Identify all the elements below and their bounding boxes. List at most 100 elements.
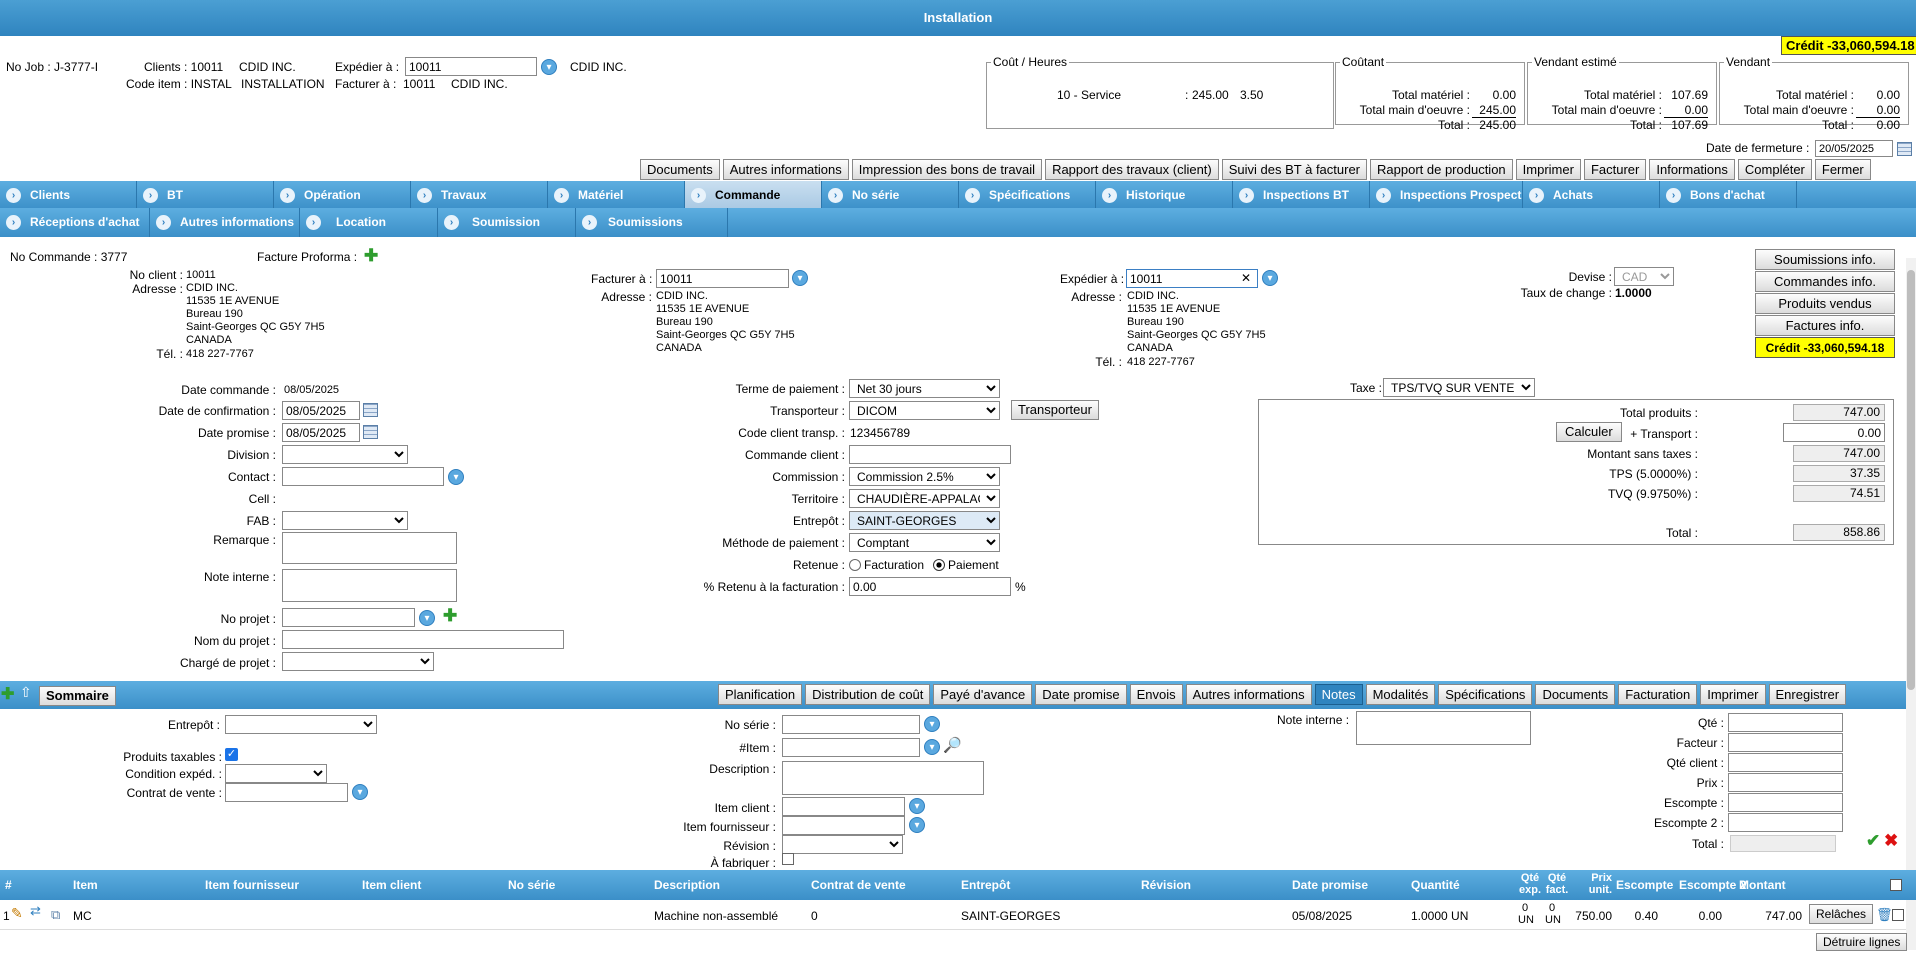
client-item-input[interactable] bbox=[782, 797, 905, 816]
tab-historique[interactable]: › Historique bbox=[1096, 181, 1233, 210]
to-manufacture-checkbox[interactable] bbox=[782, 853, 794, 865]
contact-input[interactable] bbox=[282, 467, 444, 486]
price-input[interactable] bbox=[1728, 773, 1843, 792]
bill-to-order-input[interactable] bbox=[656, 269, 789, 288]
bt-followup-button[interactable]: Suivi des BT à facturer bbox=[1221, 159, 1368, 180]
serial-dropdown-icon[interactable]: ▾ bbox=[924, 716, 940, 732]
taxable-checkbox[interactable]: ✓ bbox=[225, 748, 238, 761]
tab-materiel[interactable]: › Matériel bbox=[548, 181, 685, 210]
print-line-button[interactable]: Imprimer bbox=[1700, 684, 1766, 705]
scrollbar-thumb[interactable] bbox=[1907, 270, 1915, 690]
other-info-button[interactable]: Autres informations bbox=[722, 159, 849, 180]
fab-select[interactable] bbox=[282, 511, 408, 530]
tab-travaux[interactable]: › Travaux bbox=[411, 181, 548, 210]
add-proforma-icon[interactable]: ✚ bbox=[364, 246, 378, 266]
close-button[interactable]: Fermer bbox=[1814, 159, 1871, 180]
calendar-icon[interactable] bbox=[1897, 142, 1912, 156]
documents-line-button[interactable]: Documents bbox=[1535, 684, 1616, 705]
closing-date-input[interactable] bbox=[1815, 140, 1893, 157]
ship-to-dropdown-icon[interactable]: ▾ bbox=[541, 59, 557, 75]
trash-icon[interactable]: 🗑 bbox=[1876, 907, 1893, 923]
sales-contract-input[interactable] bbox=[225, 783, 348, 802]
tab-soumissions-achat[interactable]: › Soumissions d'achat bbox=[576, 208, 728, 258]
billing-button[interactable]: Facturation bbox=[1618, 684, 1698, 705]
confirm-icon[interactable]: ✔ bbox=[1866, 831, 1880, 851]
releases-button[interactable]: Relâches bbox=[1809, 904, 1874, 924]
carrier-button[interactable]: Transporteur bbox=[1011, 400, 1099, 420]
carrier-select[interactable]: DICOM bbox=[849, 401, 1000, 420]
division-select[interactable] bbox=[282, 445, 408, 464]
qty-input[interactable] bbox=[1728, 713, 1843, 732]
planning-button[interactable]: Planification bbox=[718, 684, 803, 705]
tab-receptions-achat[interactable]: › Réceptions d'achat bbox=[0, 208, 150, 237]
tab-soumission[interactable]: › Soumission bbox=[438, 208, 576, 237]
territory-select[interactable]: CHAUDIÈRE-APPALACHES bbox=[849, 489, 1000, 508]
specifications-button[interactable]: Spécifications bbox=[1438, 684, 1533, 705]
bill-to-dropdown-icon[interactable]: ▾ bbox=[792, 270, 808, 286]
tab-operation[interactable]: › Opération bbox=[274, 181, 411, 210]
remark-textarea[interactable] bbox=[282, 532, 457, 564]
serial-input[interactable] bbox=[782, 715, 920, 734]
promise-date-input[interactable] bbox=[282, 423, 360, 442]
tax-select[interactable]: TPS/TVQ SUR VENTES bbox=[1383, 378, 1535, 397]
add-project-icon[interactable]: ✚ bbox=[443, 606, 457, 626]
row-checkbox[interactable] bbox=[1892, 909, 1904, 921]
select-all-checkbox[interactable] bbox=[1890, 879, 1902, 891]
print-work-orders-button[interactable]: Impression des bons de travail bbox=[851, 159, 1043, 180]
client-item-dropdown-icon[interactable]: ▾ bbox=[909, 798, 925, 814]
shipments-button[interactable]: Envois bbox=[1129, 684, 1183, 705]
sales-contract-dropdown-icon[interactable]: ▾ bbox=[352, 784, 368, 800]
item-dropdown-icon[interactable]: ▾ bbox=[924, 739, 940, 755]
line-note-textarea[interactable] bbox=[1356, 711, 1531, 745]
tab-bons-achat[interactable]: › Bons d'achat bbox=[1660, 181, 1797, 210]
summary-button[interactable]: Sommaire bbox=[39, 686, 116, 706]
add-line-icon[interactable]: ✚ bbox=[1, 684, 14, 704]
supplier-item-dropdown-icon[interactable]: ▾ bbox=[909, 817, 925, 833]
transport-input[interactable] bbox=[1783, 423, 1885, 442]
tab-location[interactable]: › Location bbox=[300, 208, 438, 237]
clear-icon[interactable]: ✕ bbox=[1241, 271, 1251, 285]
scrollbar[interactable] bbox=[1906, 258, 1916, 950]
tab-inspections-bt[interactable]: › Inspections BT bbox=[1233, 181, 1370, 210]
project-number-input[interactable] bbox=[282, 608, 415, 627]
client-order-input[interactable] bbox=[849, 445, 1011, 464]
quotes-info-button[interactable]: Soumissions info. bbox=[1755, 249, 1895, 270]
project-dropdown-icon[interactable]: ▾ bbox=[419, 610, 435, 626]
revision-select[interactable] bbox=[782, 835, 903, 854]
warehouse-select[interactable]: SAINT-GEORGES bbox=[849, 511, 1000, 530]
ship-condition-select[interactable] bbox=[225, 764, 327, 783]
payment-term-select[interactable]: Net 30 jours bbox=[849, 379, 1000, 398]
notes-button[interactable]: Notes bbox=[1314, 684, 1363, 705]
ship-to-input[interactable] bbox=[405, 57, 537, 76]
project-manager-select[interactable] bbox=[282, 652, 434, 671]
production-report-button[interactable]: Rapport de production bbox=[1370, 159, 1513, 180]
tab-commande[interactable]: › Commande bbox=[685, 181, 822, 210]
tab-no-serie[interactable]: › No série bbox=[822, 181, 959, 210]
save-button[interactable]: Enregistrer bbox=[1768, 684, 1847, 705]
calendar-icon[interactable] bbox=[363, 403, 378, 417]
delete-lines-button[interactable]: Détruire lignes bbox=[1816, 933, 1908, 951]
tab-autres-informations[interactable]: › Autres informations bbox=[150, 208, 300, 237]
tab-achats[interactable]: › Achats bbox=[1523, 181, 1660, 210]
invoice-button[interactable]: Facturer bbox=[1583, 159, 1647, 180]
radio-facturation[interactable] bbox=[849, 559, 861, 571]
table-row[interactable]: 1 ✎ ⇄ ⧉ MC Machine non-assemblé 0 SAINT-… bbox=[0, 900, 1906, 930]
contact-dropdown-icon[interactable]: ▾ bbox=[448, 469, 464, 485]
item-input[interactable] bbox=[782, 738, 920, 757]
cost-distribution-button[interactable]: Distribution de coût bbox=[805, 684, 931, 705]
tab-bt[interactable]: › BT bbox=[137, 181, 274, 210]
cancel-icon[interactable]: ✖ bbox=[1884, 831, 1898, 851]
confirm-date-input[interactable] bbox=[282, 401, 360, 420]
payment-method-select[interactable]: Comptant bbox=[849, 533, 1000, 552]
ship-to-order-dropdown-icon[interactable]: ▾ bbox=[1262, 270, 1278, 286]
work-report-button[interactable]: Rapport des travaux (client) bbox=[1045, 159, 1219, 180]
tab-specifications[interactable]: › Spécifications bbox=[959, 181, 1096, 210]
calendar-icon[interactable] bbox=[363, 425, 378, 439]
supplier-item-input[interactable] bbox=[782, 816, 905, 835]
tab-clients[interactable]: › Clients bbox=[0, 181, 137, 210]
promise-date-button[interactable]: Date promise bbox=[1035, 684, 1127, 705]
discount-input[interactable] bbox=[1728, 793, 1843, 812]
commission-select[interactable]: Commission 2.5% bbox=[849, 467, 1000, 486]
tab-inspections-prospect[interactable]: › Inspections Prospect bbox=[1370, 181, 1523, 210]
move-up-icon[interactable]: ⇧ bbox=[20, 684, 32, 701]
